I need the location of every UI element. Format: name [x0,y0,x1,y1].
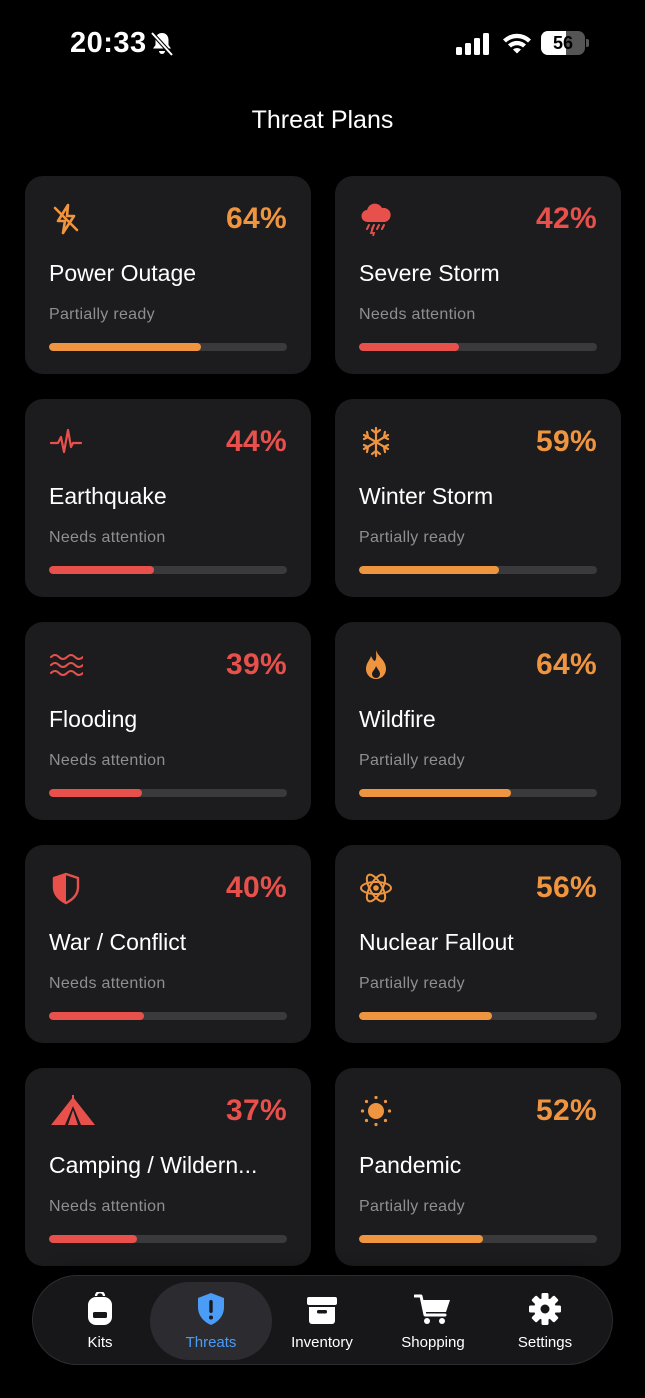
tab-bar: Kits Threats Inventory Shopping Settings [32,1275,613,1365]
threat-card-wildfire[interactable]: 64% Wildfire Partially ready [335,622,621,820]
threat-card-war-conflict[interactable]: 40% War / Conflict Needs attention [25,845,311,1043]
tab-label: Inventory [291,1334,353,1351]
tab-threats[interactable]: Threats [150,1282,272,1360]
readiness-bar [359,343,597,351]
readiness-bar [49,1012,287,1020]
readiness-percent: 59% [536,425,597,458]
threat-card-pandemic[interactable]: 52% Pandemic Partially ready [335,1068,621,1266]
readiness-bar [359,1012,597,1020]
tab-inventory[interactable]: Inventory [261,1282,383,1360]
threat-card-earthquake[interactable]: 44% Earthquake Needs attention [25,399,311,597]
threat-name: Pandemic [359,1152,462,1178]
readiness-status: Needs attention [359,306,476,323]
wifi-icon [502,31,532,55]
threat-card-severe-storm[interactable]: 42% Severe Storm Needs attention [335,176,621,374]
tab-settings[interactable]: Settings [484,1282,606,1360]
readiness-bar [359,566,597,574]
readiness-bar [359,1235,597,1243]
cellular-signal-icon [456,33,490,55]
tab-label: Threats [185,1334,237,1351]
readiness-percent: 42% [536,202,597,235]
readiness-percent: 39% [226,648,287,681]
readiness-bar [49,343,287,351]
sun-icon [359,1094,393,1128]
tab-shopping[interactable]: Shopping [372,1282,494,1360]
battery-level: 56 [552,33,574,53]
threat-name: Winter Storm [359,483,494,509]
readiness-percent: 37% [226,1094,287,1127]
threat-card-winter-storm[interactable]: 59% Winter Storm Partially ready [335,399,621,597]
readiness-status: Partially ready [359,529,465,546]
status-time: 20:33 [70,27,147,59]
bell-slash-icon [150,31,174,57]
shield-icon [49,871,83,905]
threat-name: Nuclear Fallout [359,929,514,955]
tent-icon [49,1094,97,1128]
tab-label: Kits [87,1334,113,1351]
tab-label: Settings [517,1334,573,1351]
readiness-bar [49,566,287,574]
readiness-status: Partially ready [359,975,465,992]
readiness-status: Partially ready [49,306,155,323]
threat-card-flooding[interactable]: 39% Flooding Needs attention [25,622,311,820]
threat-name: Wildfire [359,706,436,732]
readiness-percent: 44% [226,425,287,458]
cloud-storm-icon [359,202,393,237]
threat-card-nuclear-fallout[interactable]: 56% Nuclear Fallout Partially ready [335,845,621,1043]
threat-name: Power Outage [49,260,197,286]
battery-indicator: 56 [541,31,589,57]
readiness-status: Needs attention [49,529,166,546]
page-title: Threat Plans [251,106,394,134]
cart-icon [413,1292,452,1326]
readiness-percent: 52% [536,1094,597,1127]
readiness-percent: 64% [536,648,597,681]
waveform-icon [49,425,83,459]
tab-kits[interactable]: Kits [39,1282,161,1360]
water-waves-icon [49,648,84,682]
lightning-slash-icon [49,202,83,236]
atom-icon [359,871,393,905]
backpack-icon [84,1290,116,1326]
threat-card-power-outage[interactable]: 64% Power Outage Partially ready [25,176,311,374]
threat-grid: 64% Power Outage Partially ready 42% Sev… [25,176,621,1266]
readiness-status: Needs attention [49,975,166,992]
archive-box-icon [306,1292,338,1326]
readiness-bar [49,1235,287,1243]
status-bar: 20:33 56 [0,0,645,90]
shield-exclamation-icon [195,1292,227,1326]
gear-icon [529,1292,561,1326]
readiness-bar [49,789,287,797]
readiness-percent: 64% [226,202,287,235]
threat-name: Flooding [49,706,138,732]
readiness-status: Needs attention [49,1198,166,1215]
readiness-percent: 40% [226,871,287,904]
flame-icon [359,648,393,682]
tab-label: Shopping [401,1334,465,1351]
snowflake-icon [359,425,393,459]
readiness-percent: 56% [536,871,597,904]
threat-card-camping-wilderness[interactable]: 37% Camping / Wildern... Needs attention [25,1068,311,1266]
readiness-status: Partially ready [359,1198,465,1215]
threat-name: Earthquake [49,483,167,509]
readiness-bar [359,789,597,797]
threat-name: War / Conflict [49,929,187,955]
readiness-status: Needs attention [49,752,166,769]
threat-name: Camping / Wildern... [49,1152,258,1178]
readiness-status: Partially ready [359,752,465,769]
threat-name: Severe Storm [359,260,500,286]
